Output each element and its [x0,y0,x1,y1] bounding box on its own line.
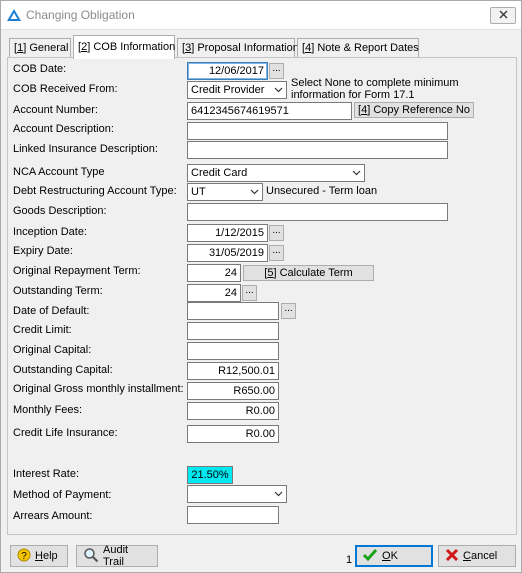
tab-proposal-key: 3 [185,42,192,54]
tab-general-key: 1 [17,42,24,54]
outstanding-term-label: Outstanding Term: [13,285,103,297]
goods-description-label: Goods Description: [13,205,107,217]
original-capital-label: Original Capital: [13,344,92,356]
title-bar: Changing Obligation [1,1,521,30]
magnifier-icon [83,547,99,566]
audit-trail-label: Audit Trail [103,544,129,568]
outstanding-capital-field[interactable]: R12,500.01 [187,362,279,380]
nca-account-type-select[interactable]: Credit Card [187,164,365,182]
linked-insurance-description-label: Linked Insurance Description: [13,143,158,155]
original-gross-monthly-installment-field[interactable]: R650.00 [187,382,279,400]
window-title: Changing Obligation [26,8,135,22]
account-number-field[interactable]: 6412345674619571 [187,102,352,120]
date-of-default-label: Date of Default: [13,305,90,317]
cob-date-label: COB Date: [13,63,67,75]
inception-date-label: Inception Date: [13,226,87,238]
cancel-key: C [463,550,471,562]
original-capital-field[interactable] [187,342,279,360]
nca-account-type-label: NCA Account Type [13,166,105,178]
cancel-label-rest: ancel [470,550,498,562]
monthly-fees-field[interactable]: R0.00 [187,402,279,420]
help-icon: ? [17,548,31,565]
account-number-label: Account Number: [13,104,98,116]
tab-general-label: General [29,42,69,54]
account-description-label: Account Description: [13,123,114,135]
calculate-term-label: Calculate Term [279,267,353,279]
tab-proposal-information[interactable]: [3] Proposal Information [177,38,299,58]
outstanding-capital-label: Outstanding Capital: [13,364,113,376]
linked-insurance-description-field[interactable] [187,141,448,159]
debt-restructuring-account-type-label: Debt Restructuring Account Type: [13,185,177,197]
cancel-x-icon [445,548,459,565]
goods-description-field[interactable] [187,203,448,221]
cob-date-picker-button[interactable]: ... [269,63,284,79]
expiry-date-picker-button[interactable]: ... [269,245,284,261]
original-repayment-term-label: Original Repayment Term: [13,265,141,277]
app-logo-icon [6,8,22,25]
close-button[interactable] [490,7,516,24]
credit-limit-label: Credit Limit: [13,324,72,336]
arrears-amount-label: Arrears Amount: [13,510,93,522]
chevron-down-icon [348,165,364,181]
credit-limit-field[interactable] [187,322,279,340]
inception-date-field[interactable]: 1/12/2015 [187,224,268,242]
tab-note-key: 4 [305,42,312,54]
cob-date-field[interactable]: 12/06/2017 [187,62,268,80]
cob-received-from-note: Select None to complete minimum informat… [291,77,459,101]
help-button[interactable]: ? Help [10,545,68,567]
calculate-term-button[interactable]: [5] Calculate Term [243,265,374,281]
cob-received-from-label: COB Received From: [13,83,118,95]
cob-received-from-value: Credit Provider [191,84,265,96]
ok-key: O [382,550,391,562]
interest-rate-field[interactable]: 21.50% [187,466,233,484]
chevron-down-icon [246,184,262,200]
account-description-field[interactable] [187,122,448,140]
interest-rate-label: Interest Rate: [13,468,80,480]
credit-life-insurance-field[interactable]: R0.00 [187,425,279,443]
debt-restructuring-account-type-select[interactable]: UT [187,183,263,201]
svg-text:?: ? [21,551,27,562]
date-of-default-field[interactable] [187,302,279,320]
ok-label-rest: K [390,550,398,562]
tab-cob-label: COB Information [93,41,176,53]
cancel-button[interactable]: Cancel [438,545,516,567]
cob-received-from-select[interactable]: Credit Provider [187,81,287,99]
method-of-payment-label: Method of Payment: [13,489,112,501]
checkmark-icon [362,548,378,565]
inception-date-picker-button[interactable]: ... [269,225,284,241]
nca-account-type-value: Credit Card [191,167,248,179]
ok-count-label: 1 [346,554,353,566]
copy-reference-label: Copy Reference No [373,104,470,116]
changing-obligation-window: Changing Obligation [1] General [2] COB … [0,0,522,573]
help-key: H [35,550,43,562]
chevron-down-icon [270,486,286,502]
outstanding-term-button[interactable]: ... [242,285,257,301]
debt-restructuring-account-type-value: UT [191,186,206,198]
audit-trail-button[interactable]: Audit Trail [76,544,158,568]
tab-cob-information[interactable]: [2] COB Information [73,35,175,59]
arrears-amount-field[interactable] [187,506,279,524]
close-icon [499,10,508,22]
calculate-term-key: 5 [267,267,274,279]
chevron-down-icon [270,82,286,98]
expiry-date-label: Expiry Date: [13,245,73,257]
original-repayment-term-field[interactable]: 24 [187,264,241,282]
debt-restructuring-description: Unsecured - Term loan [266,185,378,197]
credit-life-insurance-label: Credit Life Insurance: [13,427,118,439]
original-gross-monthly-installment-label: Original Gross monthly installment: [13,383,184,395]
tab-note-report-dates[interactable]: [4] Note & Report Dates [297,38,419,58]
monthly-fees-label: Monthly Fees: [13,404,83,416]
copy-reference-no-button[interactable]: [4] Copy Reference No [354,102,474,118]
tab-general[interactable]: [1] General [9,38,71,58]
date-of-default-picker-button[interactable]: ... [281,303,296,319]
method-of-payment-select[interactable] [187,485,287,503]
expiry-date-field[interactable]: 31/05/2019 [187,244,268,262]
tab-note-label: Note & Report Dates [317,42,419,54]
ok-button[interactable]: OK [355,545,433,567]
tab-cob-key: 2 [81,41,88,53]
help-label-rest: elp [42,550,58,562]
outstanding-term-field[interactable]: 24 [187,284,241,302]
tab-proposal-label: Proposal Information [197,42,299,54]
copy-reference-key: 4 [361,104,368,116]
